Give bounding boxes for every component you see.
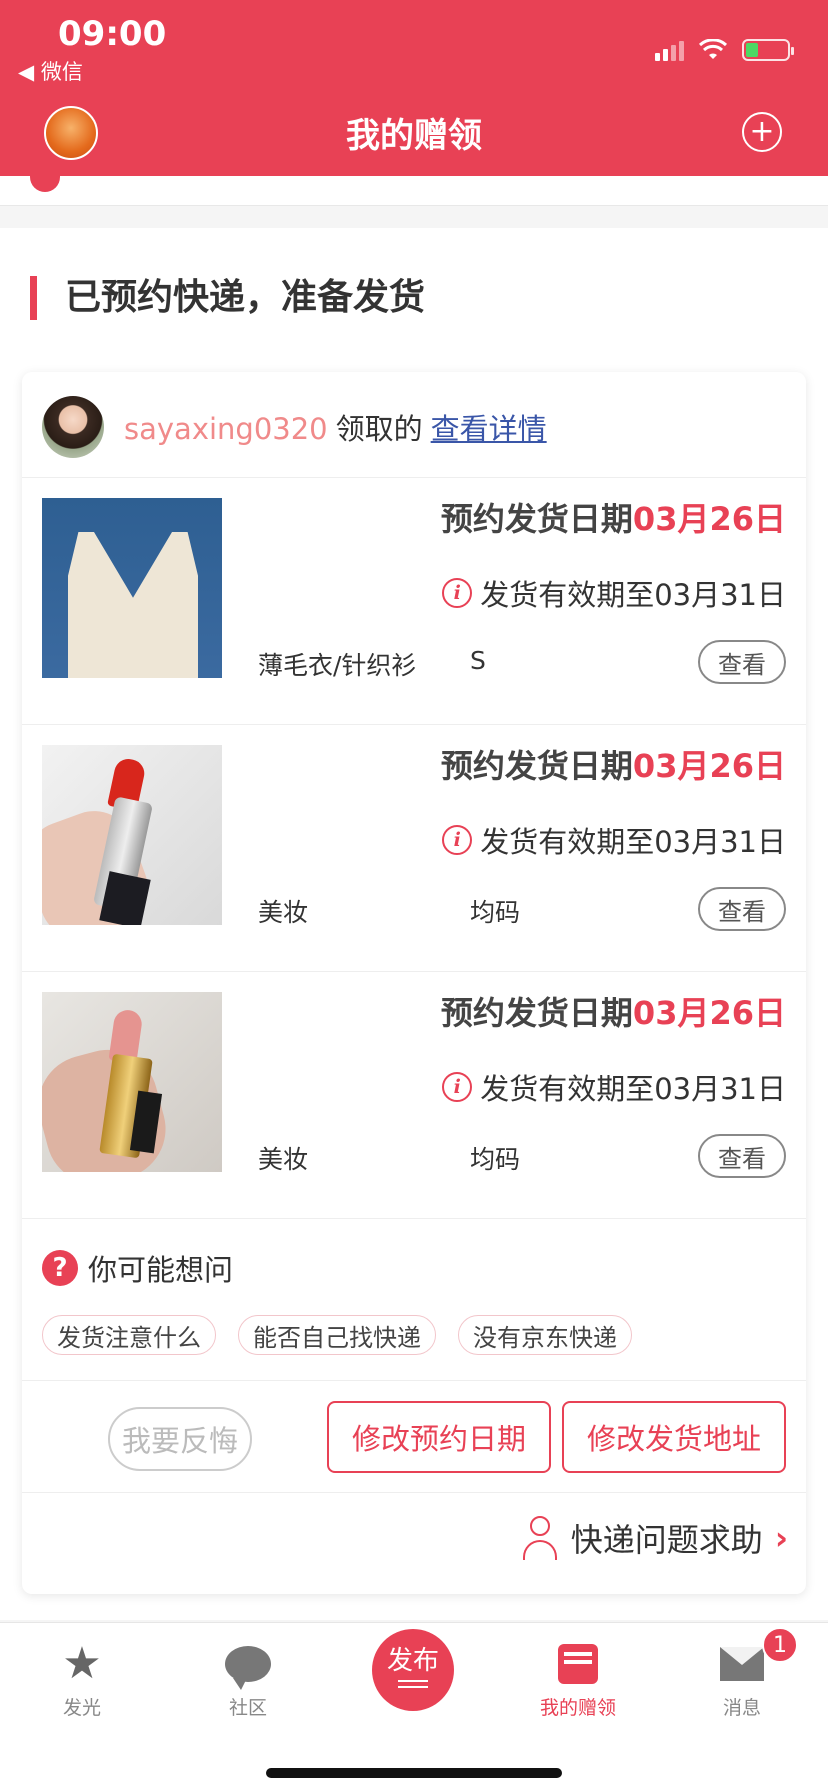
- app-header: 09:00 ◀ 微信 我的赠领 +: [0, 0, 828, 176]
- tab-label: 发光: [62, 1697, 101, 1719]
- ship-date-label: 预约发货日期: [440, 500, 633, 538]
- ship-date-value: 03月26日: [632, 500, 786, 538]
- status-time: 09:00: [58, 14, 167, 54]
- valid-until-text: 发货有效期至03月31日: [480, 1072, 786, 1106]
- tab-faguang[interactable]: ★ 发光: [22, 1641, 142, 1720]
- view-details-link[interactable]: 查看详情: [431, 412, 547, 446]
- tab-label: 消息: [722, 1697, 761, 1719]
- item-category: 美妆: [258, 898, 309, 927]
- back-to-wechat-link[interactable]: ◀ 微信: [18, 56, 83, 86]
- info-icon: i: [442, 825, 473, 855]
- courier-help-label: 快递问题求助: [570, 1521, 763, 1559]
- publish-label: 发布: [386, 1646, 439, 1676]
- item-size: 均码: [470, 898, 521, 927]
- courier-help-row[interactable]: 快递问题求助 ›: [22, 1493, 806, 1593]
- faq-heading: ? 你可能想问: [42, 1247, 233, 1289]
- ship-date: 预约发货日期03月26日: [441, 988, 786, 1034]
- change-address-button[interactable]: 修改发货地址: [562, 1401, 786, 1473]
- page-title: 我的赠领: [346, 116, 482, 156]
- faq-tag-own-courier[interactable]: 能否自己找快递: [238, 1315, 436, 1355]
- unread-badge: 1: [762, 1627, 798, 1663]
- ship-date-label: 预约发货日期: [440, 747, 633, 785]
- ship-date-label: 预约发货日期: [440, 994, 633, 1032]
- battery-icon: [742, 39, 794, 61]
- tab-my-gifts[interactable]: 我的赠领: [518, 1641, 638, 1720]
- ship-date: 预约发货日期03月26日: [441, 741, 786, 787]
- action-bar: 我要反悔 修改预约日期 修改发货地址: [22, 1381, 806, 1493]
- faq-section: ? 你可能想问 发货注意什么 能否自己找快递 没有京东快递: [22, 1219, 806, 1381]
- claimer-name[interactable]: sayaxing0320: [124, 412, 328, 446]
- valid-until: i 发货有效期至03月31日: [442, 819, 786, 861]
- item-row: 预约发货日期03月26日 i 发货有效期至03月31日 美妆 均码 查看: [22, 725, 806, 972]
- claimer-header: sayaxing0320 领取的 查看详情: [22, 372, 806, 478]
- valid-until-text: 发货有效期至03月31日: [480, 578, 786, 612]
- item-row: 预约发货日期03月26日 i 发货有效期至03月31日 美妆 均码 查看: [22, 972, 806, 1219]
- tab-messages[interactable]: 1 消息: [682, 1627, 802, 1720]
- chat-bubble-icon: [225, 1646, 271, 1690]
- star-icon: ★: [62, 1638, 102, 1689]
- bottom-tab-bar: ★ 发光 社区 发布 我的赠领 1 消息: [0, 1622, 828, 1792]
- view-button[interactable]: 查看: [698, 640, 786, 684]
- view-button[interactable]: 查看: [698, 887, 786, 931]
- claimer-line: sayaxing0320 领取的 查看详情: [124, 406, 547, 448]
- home-indicator: [266, 1768, 562, 1778]
- status-icons: [655, 36, 794, 64]
- info-icon: i: [442, 578, 473, 608]
- faq-tag-no-jd-express[interactable]: 没有京东快递: [458, 1315, 632, 1355]
- status-dot-icon: [30, 176, 60, 192]
- item-size: 均码: [470, 1145, 521, 1174]
- item-row: 预约发货日期03月26日 i 发货有效期至03月31日 薄毛衣/针织衫 S 查看: [22, 478, 806, 725]
- claimer-verb: 领取的: [335, 412, 423, 446]
- valid-until: i 发货有效期至03月31日: [442, 572, 786, 614]
- item-photo-red-lipstick[interactable]: [42, 745, 222, 925]
- item-photo-sweater[interactable]: [42, 498, 222, 678]
- view-button[interactable]: 查看: [698, 1134, 786, 1178]
- tab-label: 社区: [228, 1697, 267, 1719]
- tab-label: 我的赠领: [539, 1697, 616, 1719]
- signal-icon: [655, 39, 684, 61]
- question-icon: ?: [42, 1250, 78, 1286]
- valid-until: i 发货有效期至03月31日: [442, 1066, 786, 1108]
- order-card: sayaxing0320 领取的 查看详情 预约发货日期03月26日 i 发货有效期至…: [22, 372, 806, 1594]
- ship-date-value: 03月26日: [632, 994, 786, 1032]
- faq-title: 你可能想问: [88, 1253, 234, 1287]
- item-category: 美妆: [258, 1145, 309, 1174]
- plus-icon: +: [749, 114, 775, 149]
- regret-button[interactable]: 我要反悔: [108, 1407, 252, 1471]
- envelope-icon: [720, 1647, 764, 1681]
- item-photo-pink-lipstick[interactable]: [42, 992, 222, 1172]
- item-size: S: [470, 646, 486, 675]
- ship-date: 预约发货日期03月26日: [441, 494, 786, 540]
- menu-lines-icon: [398, 1680, 428, 1688]
- add-button[interactable]: +: [742, 112, 782, 152]
- main-content: 已预约快递，准备发货 sayaxing0320 领取的 查看详情 预约发货日期03月…: [0, 228, 828, 1620]
- publish-button[interactable]: 发布: [372, 1629, 454, 1711]
- chevron-right-icon: ›: [774, 1519, 788, 1557]
- item-category: 薄毛衣/针织衫: [258, 651, 417, 680]
- section-title: 已预约快递，准备发货: [30, 276, 425, 320]
- faq-tags: 发货注意什么 能否自己找快递 没有京东快递: [42, 1315, 632, 1355]
- ship-date-value: 03月26日: [632, 747, 786, 785]
- tab-community[interactable]: 社区: [188, 1641, 308, 1720]
- claimer-avatar[interactable]: [42, 396, 104, 458]
- valid-until-text: 发货有效期至03月31日: [480, 825, 786, 859]
- courier-help-link[interactable]: 快递问题求助 ›: [521, 1515, 788, 1561]
- info-icon: i: [442, 1072, 473, 1102]
- wifi-icon: [698, 39, 728, 59]
- faq-tag-shipping-notes[interactable]: 发货注意什么: [42, 1315, 216, 1355]
- person-icon: [521, 1516, 559, 1560]
- previous-section-peek: [0, 176, 828, 206]
- gift-box-icon: [558, 1644, 598, 1684]
- change-date-button[interactable]: 修改预约日期: [327, 1401, 551, 1473]
